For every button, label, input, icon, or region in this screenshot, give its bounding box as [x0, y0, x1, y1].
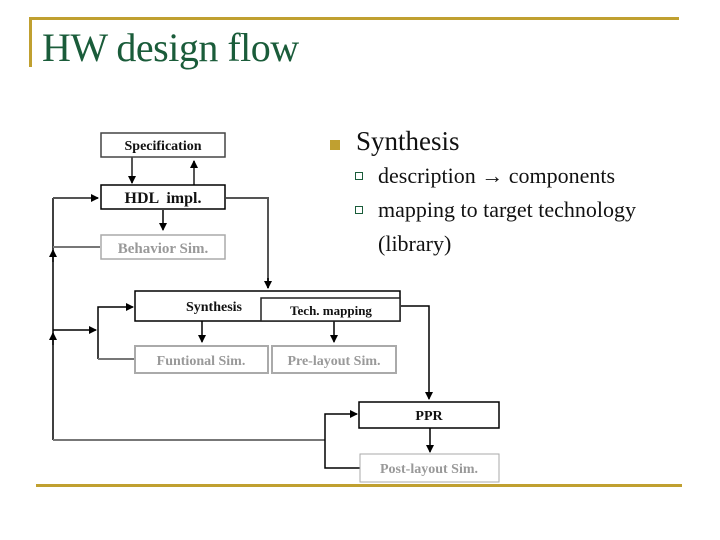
node-behavior-sim: Behavior Sim.	[100, 234, 226, 260]
node-tech-mapping: Tech. mapping	[260, 297, 401, 322]
node-label: Behavior Sim.	[118, 241, 209, 257]
node-label: Specification	[125, 139, 202, 154]
node-label: Post-layout Sim.	[380, 462, 478, 477]
node-label: Pre-layout Sim.	[287, 354, 380, 369]
arrow-hdl-to-synthesis	[226, 197, 269, 288]
footer-rule	[36, 484, 682, 487]
design-flow-diagram: Specification HDL impl. Behavior Sim. Sy…	[49, 132, 500, 483]
node-ppr: PPR	[358, 401, 500, 429]
node-functional-sim: Funtional Sim.	[134, 345, 269, 374]
node-hdl-impl: HDL impl.	[100, 184, 226, 210]
node-label: Funtional Sim.	[157, 354, 246, 369]
node-specification: Specification	[100, 132, 226, 158]
branch-to-synthesis	[97, 303, 134, 359]
ppr-loop	[324, 410, 360, 469]
node-label: Tech. mapping	[290, 303, 372, 318]
node-prelayout-sim: Pre-layout Sim.	[271, 345, 397, 374]
node-label: HDL impl.	[125, 190, 202, 207]
node-label: Synthesis	[186, 300, 243, 315]
arrow-tech-to-ppr	[401, 305, 433, 400]
node-postlayout-sim: Post-layout Sim.	[359, 453, 500, 483]
node-label: PPR	[415, 409, 443, 424]
